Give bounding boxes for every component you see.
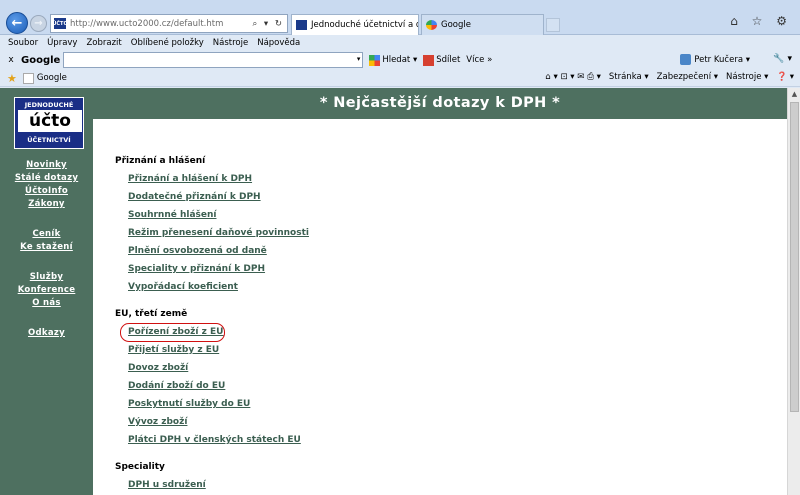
site-favicon-icon: ÚČTO [52,18,68,29]
back-button[interactable]: ← [6,12,28,34]
section-title-priznani: Přiznání a hlášení [115,156,206,166]
google-search-icon [369,54,381,66]
link-rezim-preneseni[interactable]: Režim přenesení daňové povinnosti [128,228,309,238]
tab-google[interactable]: Google [421,14,544,35]
menu-upravy[interactable]: Úpravy [47,38,77,48]
page-menu[interactable]: Stránka ▾ [609,72,649,82]
user-icon [680,54,692,65]
menu-soubor[interactable]: Soubor [8,38,38,48]
link-prijeti-sluzby-eu[interactable]: Přijetí služby z EU [128,345,219,355]
security-menu[interactable]: Zabezpečení ▾ [657,72,718,82]
new-tab-button[interactable] [546,18,560,32]
nav-ke-stazeni[interactable]: Ke stažení [0,242,93,252]
nav-odkazy[interactable]: Odkazy [0,328,93,338]
help-icon[interactable]: ❓ ▾ [776,72,794,82]
nav-konference[interactable]: Konference [0,285,93,295]
tab-ucto[interactable]: Jednoduché účetnictví a da... ✕ [291,14,419,35]
arrow-left-icon: ← [11,15,23,31]
search-button[interactable]: Hledat ▾ [369,54,417,66]
menu-bar: Soubor Úpravy Zobrazit Oblíbené položky … [0,35,800,50]
menu-napoveda[interactable]: Nápověda [257,38,300,48]
tab-label: Jednoduché účetnictví a da... [311,20,418,30]
command-icons[interactable]: ⌂ ▾ ⊡ ▾ ✉ ⎙ ▾ [545,72,600,82]
link-dodatecne-priznani[interactable]: Dodatečné přiznání k DPH [128,192,261,202]
command-bar: ⌂ ▾ ⊡ ▾ ✉ ⎙ ▾ Stránka ▾ Zabezpečení ▾ Ná… [537,72,794,82]
link-souhrnne-hlaseni[interactable]: Souhrnné hlášení [128,210,217,220]
menu-zobrazit[interactable]: Zobrazit [86,38,121,48]
tab-label: Google [441,20,471,30]
link-vyvoz-zbozi[interactable]: Vývoz zboží [128,417,187,427]
site-logo[interactable]: JEDNODUCHÉ účto ÚČETNICTVÍ [14,97,84,149]
address-bar[interactable]: ÚČTO http://www.ucto2000.cz/default.htm … [50,14,288,33]
toolbar-search-input[interactable]: ▾ [63,52,364,68]
nav-zakony[interactable]: Zákony [0,199,93,209]
scroll-up-arrow-icon[interactable]: ▲ [788,88,800,101]
scroll-thumb[interactable] [790,102,799,412]
more-button[interactable]: Více » [466,55,492,65]
link-speciality-priznani[interactable]: Speciality v přiznání k DPH [128,264,265,274]
share-icon [423,54,435,66]
ucto-favicon-icon [296,20,307,30]
web-page: JEDNODUCHÉ účto ÚČETNICTVÍ Novinky Stálé… [0,88,787,495]
link-platci-dph-eu[interactable]: Plátci DPH v členských státech EU [128,435,301,445]
home-favorites-settings-icons[interactable]: ⌂ ☆ ⚙ [730,14,792,28]
address-url[interactable]: http://www.ucto2000.cz/default.htm [70,19,252,29]
tools-menu[interactable]: Nástroje ▾ [726,72,768,82]
nav-sluzby[interactable]: Služby [0,272,93,282]
nav-novinky[interactable]: Novinky [0,160,93,170]
link-poskytnuti-sluzby-eu[interactable]: Poskytnutí služby do EU [128,399,250,409]
link-dodani-zbozi-eu[interactable]: Dodání zboží do EU [128,381,225,391]
section-title-speciality: Speciality [115,462,165,472]
favorite-google-link[interactable]: Google [22,72,67,84]
arrow-right-icon: → [34,18,43,29]
section-title-eu: EU, třetí země [115,309,188,319]
user-account[interactable]: Petr Kučera ▾ [680,54,750,65]
menu-oblibene[interactable]: Oblíbené položky [131,38,204,48]
star-icon[interactable]: ★ [7,72,17,85]
wrench-icon[interactable]: 🔧 ▾ [773,54,792,64]
vertical-scrollbar[interactable]: ▲ [787,88,800,495]
page-title: * Nejčastější dotazy k DPH * [93,88,787,119]
google-favicon-icon [426,20,437,30]
address-actions-icons[interactable]: ⌕ ▾ ↻ [252,19,287,29]
chevron-down-icon[interactable]: ▾ [357,55,361,63]
google-favicon-icon [22,72,34,84]
menu-nastroje[interactable]: Nástroje [213,38,248,48]
nav-uctoinfo[interactable]: ÚčtoInfo [0,186,93,196]
link-dph-u-sdruzeni[interactable]: DPH u sdružení [128,480,206,490]
browser-title-bar: ← → ÚČTO http://www.ucto2000.cz/default.… [0,0,800,35]
nav-o-nas[interactable]: O nás [0,298,93,308]
site-sidebar: JEDNODUCHÉ účto ÚČETNICTVÍ Novinky Stálé… [0,88,93,495]
link-vyporadaci-koeficient[interactable]: Vypořádací koeficient [128,282,238,292]
forward-button[interactable]: → [30,15,47,32]
link-dovoz-zbozi[interactable]: Dovoz zboží [128,363,188,373]
link-priznani-hlaseni[interactable]: Přiznání a hlášení k DPH [128,174,252,184]
link-plneni-osvobozena[interactable]: Plnění osvobozená od daně [128,246,267,256]
nav-stale-dotazy[interactable]: Stálé dotazy [0,173,93,183]
nav-cenik[interactable]: Ceník [0,229,93,239]
link-porizeni-zbozi-eu[interactable]: Pořízení zboží z EU [128,327,223,337]
close-toolbar-icon[interactable]: x [4,55,18,65]
share-button[interactable]: Sdílet [423,54,460,66]
google-toolbar-logo: Google [21,54,61,66]
